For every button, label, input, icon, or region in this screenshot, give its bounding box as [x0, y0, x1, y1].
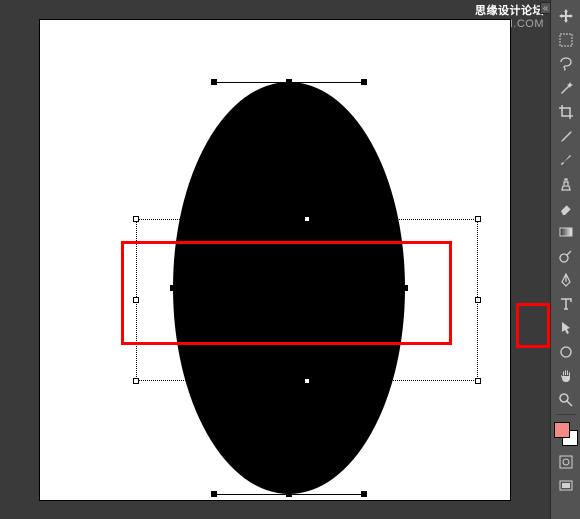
zoom-tool[interactable] [554, 389, 578, 411]
anchor-bottom-center[interactable] [286, 491, 292, 497]
path-select-tool[interactable] [554, 317, 578, 339]
color-swatches[interactable] [553, 421, 579, 447]
handle-br[interactable] [475, 378, 481, 384]
canvas[interactable] [40, 20, 510, 500]
marquee-tool[interactable] [554, 29, 578, 51]
handle-mr[interactable] [475, 297, 481, 303]
dodge-tool[interactable] [554, 245, 578, 267]
handle-bc[interactable] [304, 378, 310, 384]
wand-tool[interactable] [554, 77, 578, 99]
transform-bounding-box[interactable] [136, 219, 478, 381]
crop-tool[interactable] [554, 101, 578, 123]
watermark-line1: 思缘设计论坛 [416, 2, 544, 18]
clone-tool[interactable] [554, 173, 578, 195]
lasso-tool[interactable] [554, 53, 578, 75]
handle-tl[interactable] [133, 216, 139, 222]
anchor-top-center[interactable] [286, 79, 292, 85]
screen-mode-toggle[interactable] [554, 475, 578, 497]
hand-tool[interactable] [554, 365, 578, 387]
annotation-red-box-toolbar [516, 303, 550, 348]
anchor-top-left[interactable] [211, 79, 217, 85]
foreground-color-swatch[interactable] [554, 422, 570, 438]
handle-bl[interactable] [133, 378, 139, 384]
panel-collapse-arrow[interactable]: « [540, 2, 550, 14]
shape-tool[interactable] [554, 341, 578, 363]
brush-tool[interactable] [554, 149, 578, 171]
anchor-top-right[interactable] [361, 79, 367, 85]
gradient-tool[interactable] [554, 221, 578, 243]
eyedropper-tool[interactable] [554, 125, 578, 147]
type-tool[interactable] [554, 293, 578, 315]
quick-mask-toggle[interactable] [554, 451, 578, 473]
anchor-bottom-left[interactable] [211, 491, 217, 497]
handle-tc[interactable] [304, 216, 310, 222]
anchor-bottom-right[interactable] [361, 491, 367, 497]
eraser-tool[interactable] [554, 197, 578, 219]
move-tool[interactable] [554, 5, 578, 27]
toolbar-separator [556, 414, 576, 415]
handle-ml[interactable] [133, 297, 139, 303]
tools-panel [550, 0, 580, 519]
handle-tr[interactable] [475, 216, 481, 222]
pen-tool[interactable] [554, 269, 578, 291]
